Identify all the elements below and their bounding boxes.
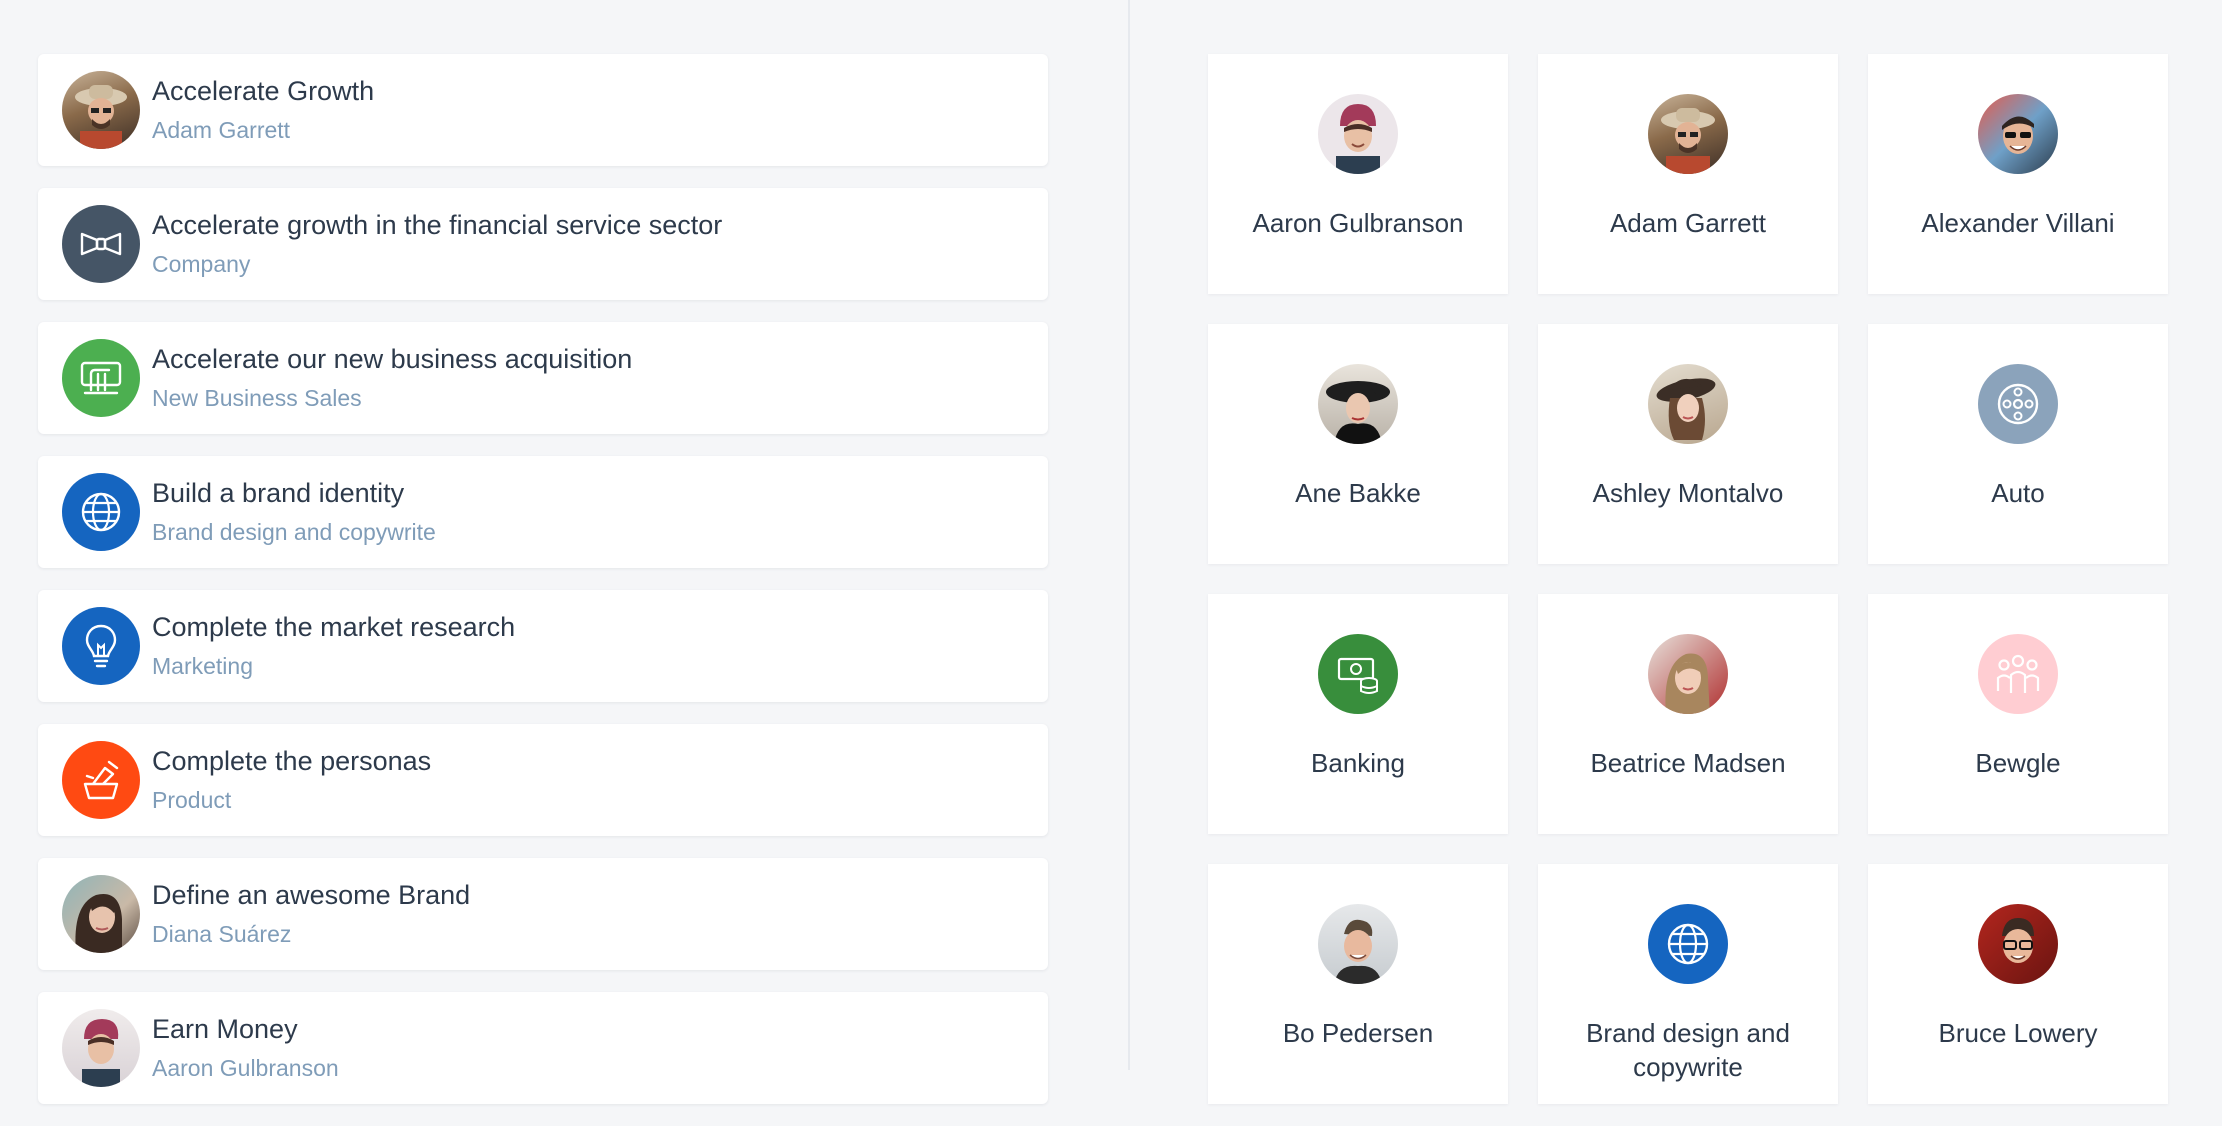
avatar — [62, 875, 140, 953]
goal-owner[interactable]: Product — [152, 787, 231, 814]
goal-item[interactable]: Define an awesome Brand Diana Suárez — [38, 858, 1048, 970]
people-icon — [1978, 634, 2058, 714]
goal-owner[interactable]: Adam Garrett — [152, 117, 290, 144]
goal-title: Accelerate our new business acquisition — [152, 344, 633, 374]
goal-item[interactable]: Accelerate growth in the financial servi… — [38, 188, 1048, 300]
goal-item[interactable]: Accelerate our new business acquisition … — [38, 322, 1048, 434]
goal-title: Complete the personas — [152, 746, 432, 776]
goal-title: Complete the market research — [152, 612, 516, 642]
avatar — [1648, 94, 1728, 174]
owner-name: Bo Pedersen — [1282, 1018, 1434, 1048]
avatar — [1318, 904, 1398, 984]
goal-title: Define an awesome Brand — [152, 880, 471, 910]
owner-card[interactable]: Bewgle — [1868, 594, 2168, 834]
owner-card[interactable]: Ashley Montalvo — [1538, 324, 1838, 564]
avatar — [62, 71, 140, 149]
owner-name: Adam Garrett — [1609, 208, 1767, 238]
goal-item[interactable]: Accelerate Growth Adam Garrett — [38, 54, 1048, 166]
owner-name: Bewgle — [1975, 748, 2061, 778]
owner-name: Beatrice Madsen — [1590, 748, 1786, 778]
owner-name: Ashley Montalvo — [1592, 478, 1784, 508]
panel-divider — [1128, 0, 1130, 1070]
banking-icon — [1318, 634, 1398, 714]
owner-card[interactable]: Bruce Lowery — [1868, 864, 2168, 1104]
goal-item[interactable]: Earn Money Aaron Gulbranson — [38, 992, 1048, 1104]
goal-owner[interactable]: New Business Sales — [152, 385, 362, 412]
avatar — [1648, 364, 1728, 444]
owner-card[interactable]: Brand design and copywrite — [1538, 864, 1838, 1104]
owner-name: Alexander Villani — [1921, 208, 2115, 238]
goal-title: Earn Money — [152, 1014, 298, 1044]
goal-item[interactable]: Complete the personas Product — [38, 724, 1048, 836]
owner-card[interactable]: Adam Garrett — [1538, 54, 1838, 294]
globe-icon — [62, 473, 140, 551]
owner-name: Aaron Gulbranson — [1252, 208, 1464, 238]
owner-card[interactable]: Ane Bakke — [1208, 324, 1508, 564]
avatar — [1318, 364, 1398, 444]
goal-owner[interactable]: Marketing — [152, 653, 253, 680]
owner-name: Banking — [1311, 748, 1405, 778]
product-icon — [62, 741, 140, 819]
lightbulb-icon — [62, 607, 140, 685]
owner-card[interactable]: Auto — [1868, 324, 2168, 564]
goal-owner[interactable]: Diana Suárez — [152, 921, 291, 948]
avatar — [1978, 904, 2058, 984]
goal-owner[interactable]: Aaron Gulbranson — [152, 1055, 339, 1082]
owner-card[interactable]: Banking — [1208, 594, 1508, 834]
goal-owner[interactable]: Brand design and copywrite — [152, 519, 436, 546]
owner-name: Auto — [1991, 478, 2045, 508]
owner-name: Bruce Lowery — [1938, 1018, 2098, 1048]
goal-list: Accelerate Growth Adam Garrett Accelerat… — [38, 54, 1048, 1126]
goal-title: Accelerate growth in the financial servi… — [152, 210, 723, 240]
avatar — [1648, 634, 1728, 714]
owner-card[interactable]: Bo Pedersen — [1208, 864, 1508, 1104]
goal-title: Build a brand identity — [152, 478, 405, 508]
avatar — [1318, 94, 1398, 174]
goal-owner[interactable]: Company — [152, 251, 250, 278]
avatar — [62, 1009, 140, 1087]
owner-name: Brand design and copywrite — [1586, 1018, 1790, 1082]
goal-title: Accelerate Growth — [152, 76, 375, 106]
globe-icon — [1648, 904, 1728, 984]
owner-card[interactable]: Beatrice Madsen — [1538, 594, 1838, 834]
bowtie-icon — [62, 205, 140, 283]
goal-item[interactable]: Build a brand identity Brand design and … — [38, 456, 1048, 568]
auto-icon — [1978, 364, 2058, 444]
goal-item[interactable]: Complete the market research Marketing — [38, 590, 1048, 702]
owner-grid: Aaron Gulbranson Adam Garrett Alexander … — [1208, 54, 2168, 1104]
sales-icon — [62, 339, 140, 417]
avatar — [1978, 94, 2058, 174]
owner-name: Ane Bakke — [1295, 478, 1421, 508]
owner-card[interactable]: Alexander Villani — [1868, 54, 2168, 294]
owner-card[interactable]: Aaron Gulbranson — [1208, 54, 1508, 294]
